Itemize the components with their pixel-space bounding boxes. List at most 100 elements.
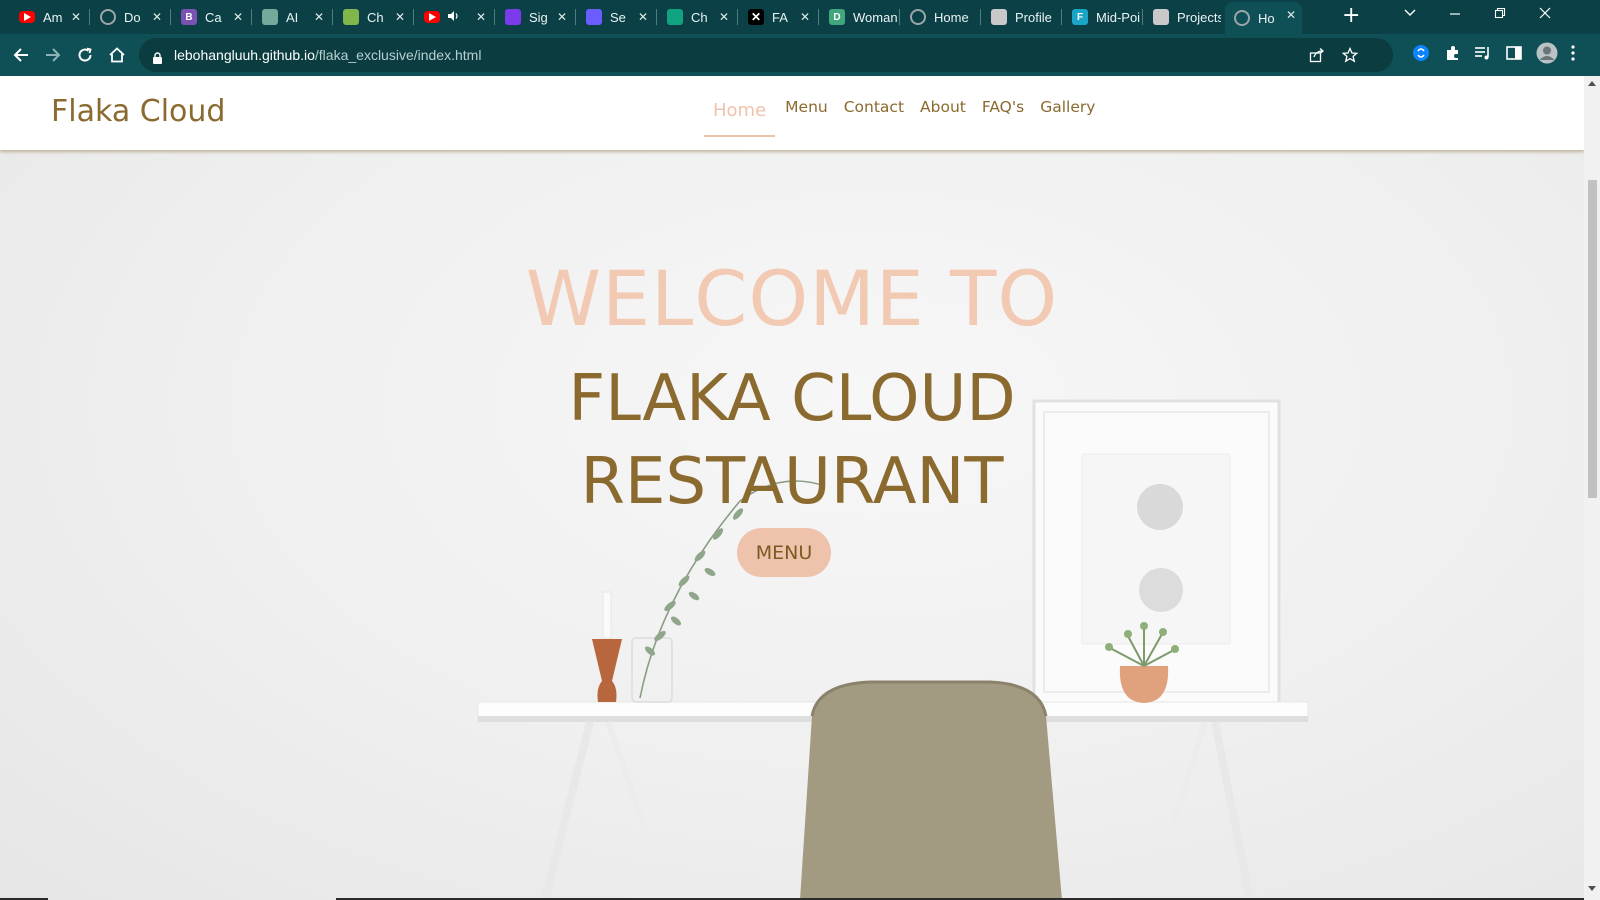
- tab-close-icon[interactable]: ✕: [395, 9, 405, 25]
- media-queue-icon[interactable]: [1474, 44, 1492, 66]
- tab-separator: [575, 9, 576, 25]
- speaker-icon[interactable]: [447, 10, 459, 25]
- url-text[interactable]: lebohangluuh.github.io/flaka_exclusive/i…: [174, 47, 481, 63]
- om-icon: [505, 9, 521, 25]
- hero-title-line1: FLAKA CLOUD: [568, 362, 1016, 436]
- tab-title: Ch: [691, 9, 708, 25]
- address-bar[interactable]: lebohangluuh.github.io/flaka_exclusive/i…: [139, 38, 1393, 72]
- tab-close-icon[interactable]: ✕: [638, 9, 648, 25]
- browser-tab[interactable]: ✕ FA ✕: [739, 4, 816, 30]
- browser-tab[interactable]: Ch ✕: [658, 4, 735, 30]
- close-window-icon[interactable]: [1538, 6, 1552, 23]
- tab-title: Mid-Poi: [1096, 9, 1140, 25]
- nav-link-menu[interactable]: Menu: [785, 98, 828, 137]
- youtube-icon: [424, 11, 440, 23]
- tab-separator: [818, 9, 819, 25]
- browser-tab[interactable]: Ch ✕: [334, 4, 411, 30]
- tab-close-icon[interactable]: ✕: [719, 9, 729, 25]
- tab-strip: Am ✕ Do ✕ B Ca ✕ AI ✕ Ch ✕ ✕ Sig ✕ Se ✕ Ch ✕ ✕ FA ✕ D Woman Hom…: [0, 0, 1600, 34]
- tab-search-icon[interactable]: [1403, 6, 1417, 23]
- nav-link-contact[interactable]: Contact: [844, 98, 904, 137]
- browser-tab[interactable]: Am ✕: [10, 4, 87, 30]
- hero-welcome-text: WELCOME TO: [525, 254, 1059, 343]
- extensions-puzzle-icon[interactable]: [1444, 44, 1462, 66]
- tab-title: Ho: [1258, 10, 1275, 26]
- reload-icon[interactable]: [73, 43, 97, 67]
- profile-page-icon: [991, 9, 1007, 25]
- tab-close-icon[interactable]: ✕: [233, 9, 243, 25]
- bookmark-star-icon[interactable]: [1341, 46, 1359, 67]
- site-header: Flaka Cloud Home Menu Contact About FAQ'…: [0, 76, 1584, 150]
- tab-close-icon[interactable]: ✕: [152, 9, 162, 25]
- scroll-up-arrow-icon[interactable]: [1588, 81, 1596, 86]
- globe-icon: [1234, 10, 1250, 26]
- tab-separator: [332, 9, 333, 25]
- new-tab-button[interactable]: +: [1342, 5, 1360, 27]
- tab-close-icon[interactable]: ✕: [314, 9, 324, 25]
- search-engine-icon: [586, 9, 602, 25]
- browser-tab[interactable]: Sig ✕: [496, 4, 573, 30]
- nav-link-home[interactable]: Home: [704, 97, 776, 137]
- browser-tab[interactable]: Ho ✕: [1225, 2, 1302, 34]
- url-path: /flaka_exclusive/index.html: [314, 47, 482, 63]
- share-icon[interactable]: [1309, 47, 1325, 67]
- browser-tab[interactable]: Profile: [982, 4, 1059, 30]
- browser-tab[interactable]: Home: [901, 4, 978, 30]
- youtube-icon: [19, 11, 35, 23]
- browser-tab[interactable]: ✕: [415, 4, 492, 30]
- nav-link-gallery[interactable]: Gallery: [1040, 98, 1095, 137]
- tab-title: Projects: [1177, 9, 1221, 25]
- tab-separator: [899, 9, 900, 25]
- tab-separator: [1061, 9, 1062, 25]
- nav-link-about[interactable]: About: [920, 98, 966, 137]
- tab-title: FA: [772, 9, 788, 25]
- browser-tab[interactable]: Se ✕: [577, 4, 654, 30]
- bootstrap-icon: B: [181, 9, 197, 25]
- browser-tab[interactable]: D Woman: [820, 4, 897, 30]
- side-panel-icon[interactable]: [1505, 44, 1523, 66]
- tab-close-icon[interactable]: ✕: [476, 9, 486, 25]
- openai-icon: [262, 9, 278, 25]
- tab-close-icon[interactable]: ✕: [1286, 7, 1296, 23]
- browser-tab[interactable]: F Mid-Poi: [1063, 4, 1140, 30]
- profile-avatar-icon[interactable]: [1536, 42, 1558, 68]
- restore-icon[interactable]: [1493, 6, 1507, 23]
- main-nav: Home Menu Contact About FAQ's Gallery: [704, 98, 1111, 137]
- tab-close-icon[interactable]: ✕: [557, 9, 567, 25]
- shazam-extension-icon[interactable]: [1412, 44, 1430, 66]
- tab-title: Woman: [853, 9, 897, 25]
- browser-tab[interactable]: Do ✕: [91, 4, 168, 30]
- tab-separator: [980, 9, 981, 25]
- tab-separator: [170, 9, 171, 25]
- tab-close-icon[interactable]: ✕: [800, 9, 810, 25]
- site-brand-logo[interactable]: Flaka Cloud: [51, 94, 225, 129]
- forward-icon[interactable]: [41, 43, 65, 67]
- nav-link-faqs[interactable]: FAQ's: [982, 98, 1024, 137]
- page-scrollbar[interactable]: [1584, 76, 1600, 900]
- scrollbar-thumb[interactable]: [1588, 180, 1597, 498]
- minimize-icon[interactable]: [1448, 6, 1462, 23]
- tab-separator: [737, 9, 738, 25]
- browser-tab[interactable]: AI ✕: [253, 4, 330, 30]
- tab-title: Am: [43, 9, 63, 25]
- d-icon: D: [829, 9, 845, 25]
- hero-menu-button[interactable]: MENU: [737, 528, 831, 577]
- globe-icon: [910, 9, 926, 25]
- tab-separator: [656, 9, 657, 25]
- chrome-menu-icon[interactable]: [1570, 44, 1576, 66]
- scroll-down-arrow-icon[interactable]: [1588, 886, 1596, 891]
- tab-title: Home: [934, 9, 969, 25]
- lock-icon[interactable]: [152, 49, 163, 68]
- tab-title: Do: [124, 9, 141, 25]
- browser-tab[interactable]: B Ca ✕: [172, 4, 249, 30]
- tab-title: Profile: [1015, 9, 1052, 25]
- tab-close-icon[interactable]: ✕: [71, 9, 81, 25]
- home-icon[interactable]: [105, 43, 129, 67]
- tab-separator: [494, 9, 495, 25]
- tab-separator: [1142, 9, 1143, 25]
- chatgpt-icon: [667, 9, 683, 25]
- profile-page-icon: [1153, 9, 1169, 25]
- globe-icon: [100, 9, 116, 25]
- back-icon[interactable]: [9, 43, 33, 67]
- browser-tab[interactable]: Projects: [1144, 4, 1221, 30]
